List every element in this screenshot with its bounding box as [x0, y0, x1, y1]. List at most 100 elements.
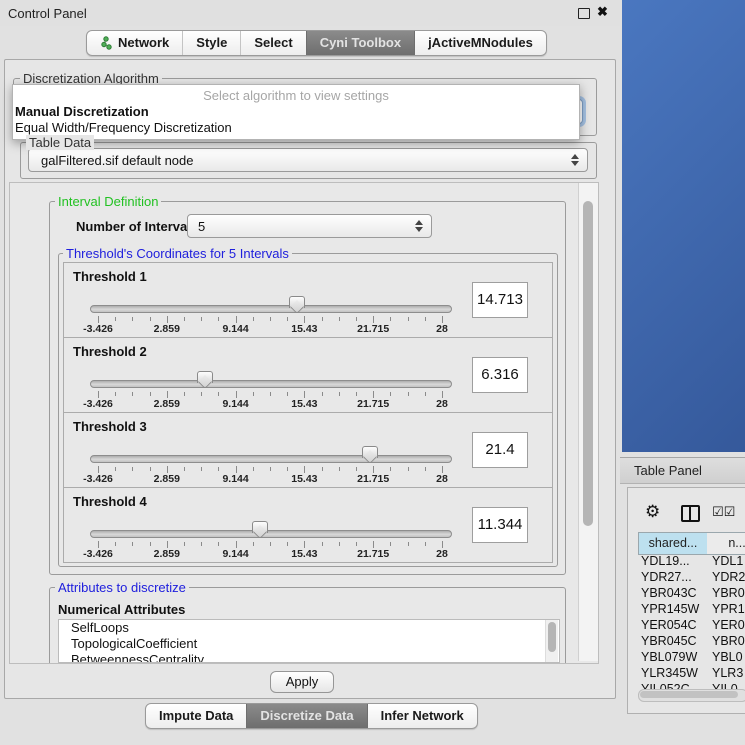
threshold-value-field[interactable]: 14.713 [472, 282, 528, 318]
tab-label: jActiveMNodules [428, 35, 533, 50]
slider-tick [373, 316, 374, 323]
slider-thumb[interactable] [289, 296, 305, 308]
slider-tick [373, 541, 374, 548]
tab-label: Network [118, 35, 169, 50]
slider-thumb[interactable] [197, 371, 213, 383]
attributes-scrollbar[interactable] [545, 620, 558, 662]
slider-tick [442, 466, 443, 473]
slider-tick [115, 317, 116, 321]
table-data-selected-value: galFiltered.sif default node [41, 153, 193, 168]
cell-shared-name: YER054C [641, 618, 697, 632]
slider-tick [270, 317, 271, 321]
slider-tick [356, 392, 357, 396]
top-tab-bar: Network StyleSelect Cyni Toolbox jActiveMNo… [86, 30, 547, 56]
numerical-attributes-list[interactable]: SelfLoopsTopologicalCoefficientBetweenne… [58, 619, 560, 663]
table-hscroll-thumb[interactable] [640, 691, 738, 698]
attribute-list-item[interactable]: BetweennessCentrality [59, 652, 559, 663]
table-row[interactable]: YPR145WYPR1 [638, 602, 745, 618]
float-window-icon[interactable] [578, 8, 590, 19]
slider-scale-label: 28 [436, 398, 448, 410]
slider-track[interactable] [90, 380, 452, 388]
slider-tick [150, 317, 151, 321]
slider-thumb[interactable] [362, 446, 378, 458]
slider-scale-label: -3.426 [83, 548, 113, 560]
attribute-list-item[interactable]: TopologicalCoefficient [59, 636, 559, 652]
threshold-value-field[interactable]: 21.4 [472, 432, 528, 468]
tab-label: Infer Network [381, 708, 464, 723]
table-horizontal-scrollbar[interactable] [638, 689, 745, 702]
table-row[interactable]: YLR345WYLR3 [638, 666, 745, 682]
slider-scale-label: 21.715 [357, 548, 389, 560]
tab-cyni-toolbox[interactable]: Cyni Toolbox [306, 31, 414, 55]
cell-shared-name: YDL19... [641, 554, 690, 568]
slider-scale-label: 21.715 [357, 398, 389, 410]
threshold-label: Threshold 2 [73, 344, 147, 359]
slider-tick [98, 541, 99, 548]
slider-scale-label: 9.144 [222, 398, 248, 410]
slider-tick [287, 317, 288, 321]
dropdown-item[interactable]: Manual Discretization [13, 103, 579, 119]
slider-track[interactable] [90, 530, 452, 538]
control-panel-titlebar: Control Panel ✖ [0, 0, 620, 26]
slider-track[interactable] [90, 455, 452, 463]
tab-discretize-data[interactable]: Discretize Data [246, 704, 366, 728]
slider-tick [442, 391, 443, 398]
gear-icon[interactable]: ⚙ [645, 502, 660, 522]
slider-tick [218, 392, 219, 396]
threshold-value-field[interactable]: 11.344 [472, 507, 528, 543]
tab-select[interactable]: Select [240, 31, 305, 55]
attributes-scroll-thumb[interactable] [548, 622, 556, 652]
column-header-shared[interactable]: shared... [638, 532, 708, 555]
slider-thumb[interactable] [252, 521, 268, 533]
table-row[interactable]: YBL079WYBL0 [638, 650, 745, 666]
slider-tick [390, 392, 391, 396]
slider-tick [218, 542, 219, 546]
slider-tick [167, 391, 168, 398]
slider-tick [304, 541, 305, 548]
dropdown-item[interactable]: Equal Width/Frequency Discretization [13, 119, 579, 135]
tab-label: Cyni Toolbox [320, 35, 401, 50]
tab-impute-data[interactable]: Impute Data [146, 704, 246, 728]
slider-tick [425, 467, 426, 471]
checkbox-icons[interactable]: ☑☑ [712, 505, 735, 520]
combo-arrows-icon[interactable] [570, 153, 578, 167]
slider-track[interactable] [90, 305, 452, 313]
slider-scale-label: 15.43 [291, 473, 317, 485]
slider-tick [253, 317, 254, 321]
column-header-name[interactable]: n... [707, 532, 745, 555]
slider-tick [253, 467, 254, 471]
tab-jactivemnodules[interactable]: jActiveMNodules [414, 31, 546, 55]
table-row[interactable]: YBR043CYBR0 [638, 586, 745, 602]
table-row[interactable]: YBR045CYBR0 [638, 634, 745, 650]
tab-network[interactable]: Network [87, 31, 182, 55]
threshold-value-field[interactable]: 6.316 [472, 357, 528, 393]
table-data-combobox[interactable]: galFiltered.sif default node [28, 148, 588, 172]
slider-tick [322, 542, 323, 546]
main-scroll-thumb[interactable] [583, 201, 593, 526]
slider-tick [304, 391, 305, 398]
main-scrollbar[interactable] [578, 183, 598, 661]
attribute-list-item[interactable]: SelfLoops [59, 620, 559, 636]
number-of-intervals-spinner[interactable]: 5 [187, 214, 432, 238]
slider-tick [442, 316, 443, 323]
spinner-arrows-icon[interactable] [414, 219, 422, 233]
apply-button[interactable]: Apply [270, 671, 334, 693]
slider-scale-label: 2.859 [154, 548, 180, 560]
algorithm-dropdown-popup: Select algorithm to view settings Manual… [12, 84, 580, 140]
window-title: Control Panel [8, 6, 87, 21]
slider-tick [408, 317, 409, 321]
columns-icon[interactable] [681, 505, 700, 522]
table-row[interactable]: YDL19...YDL1 [638, 554, 745, 570]
slider-tick [339, 542, 340, 546]
tab-infer-network[interactable]: Infer Network [367, 704, 477, 728]
tab-style[interactable]: Style [182, 31, 240, 55]
slider-tick [167, 316, 168, 323]
table-row[interactable]: YER054CYER0 [638, 618, 745, 634]
table-row[interactable]: YDR27...YDR2 [638, 570, 745, 586]
cell-shared-name: YPR145W [641, 602, 699, 616]
close-icon[interactable]: ✖ [597, 4, 608, 20]
attributes-group-title: Attributes to discretize [55, 580, 189, 595]
cell-shared-name: YBL079W [641, 650, 697, 664]
slider-scale-label: 15.43 [291, 323, 317, 335]
dropdown-placeholder-item[interactable]: Select algorithm to view settings [13, 88, 579, 103]
